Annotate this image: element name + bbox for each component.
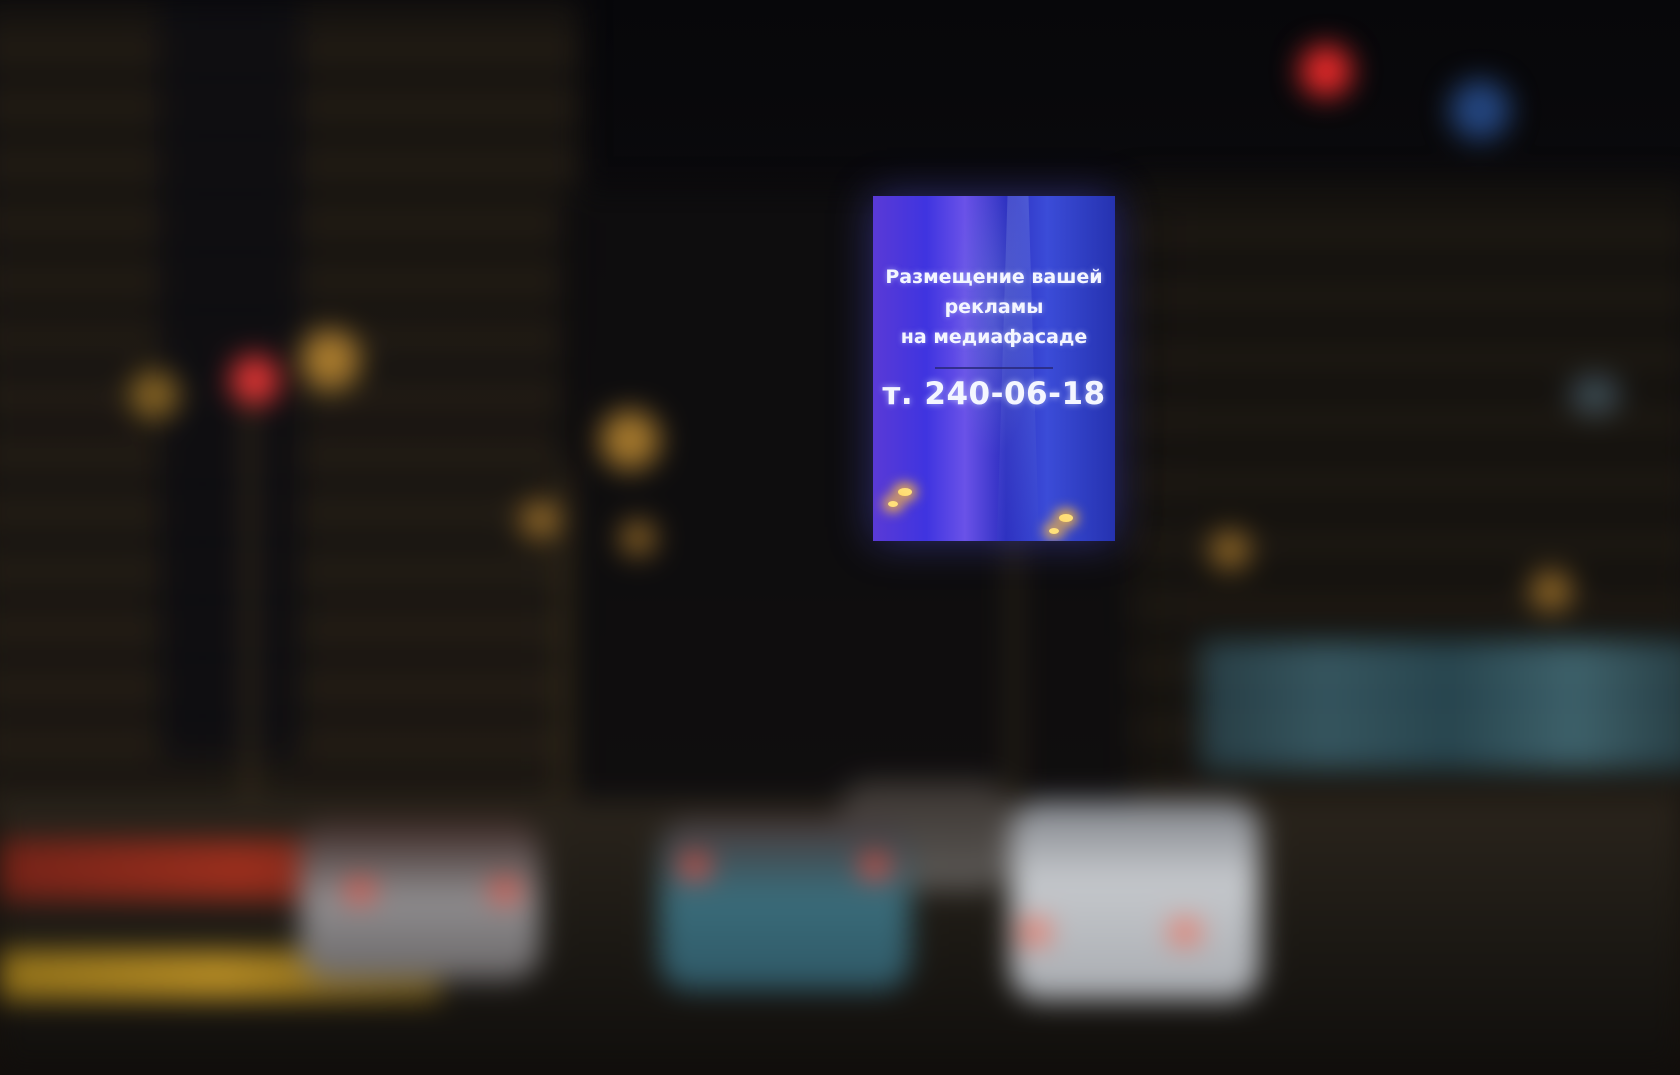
red-traffic-light-right — [1300, 45, 1352, 97]
street-light-glow-2 — [600, 410, 660, 470]
teal-car — [660, 820, 910, 990]
tail-light — [1020, 920, 1050, 944]
street-light-glow-5 — [1210, 530, 1250, 570]
storefront-lights — [1200, 640, 1680, 770]
billboard-divider — [935, 367, 1053, 369]
headline-line: рекламы — [944, 296, 1044, 318]
street-light-glow-1 — [300, 330, 360, 390]
street-light-glow-3 — [520, 500, 560, 540]
night-street-scene: Размещение вашей рекламы на медиафасаде … — [0, 0, 1680, 1075]
street-lamp-pole — [560, 470, 570, 810]
billboard-phone: т. 240-06-18 — [882, 376, 1106, 412]
traffic-light-pole-left — [245, 370, 255, 810]
blurred-background — [0, 0, 1680, 1075]
tail-light — [345, 880, 375, 902]
billboard-headline: Размещение вашей рекламы на медиафасаде — [873, 262, 1115, 352]
road-sign-right — [1570, 375, 1620, 415]
white-car — [1010, 800, 1260, 1000]
traffic-light-housing — [130, 370, 180, 420]
street-lamp-glow — [1059, 514, 1073, 522]
headline-line: Размещение вашей — [885, 266, 1103, 288]
red-traffic-light-left — [230, 355, 280, 405]
street-light-glow-6 — [1530, 570, 1572, 612]
street-lamp-glow — [898, 488, 912, 496]
headline-line: на медиафасаде — [900, 326, 1088, 348]
street-lamp-glow — [1049, 528, 1059, 534]
tail-light — [860, 855, 890, 879]
tail-light — [1170, 920, 1200, 944]
street-light-glow-4 — [620, 520, 656, 556]
blue-road-sign — [1450, 80, 1510, 140]
tail-light — [490, 880, 520, 902]
street-lamp-glow — [888, 501, 898, 507]
media-facade-billboard: Размещение вашей рекламы на медиафасаде … — [873, 196, 1115, 541]
tail-light — [680, 855, 710, 879]
billboard-pole — [1010, 520, 1018, 810]
